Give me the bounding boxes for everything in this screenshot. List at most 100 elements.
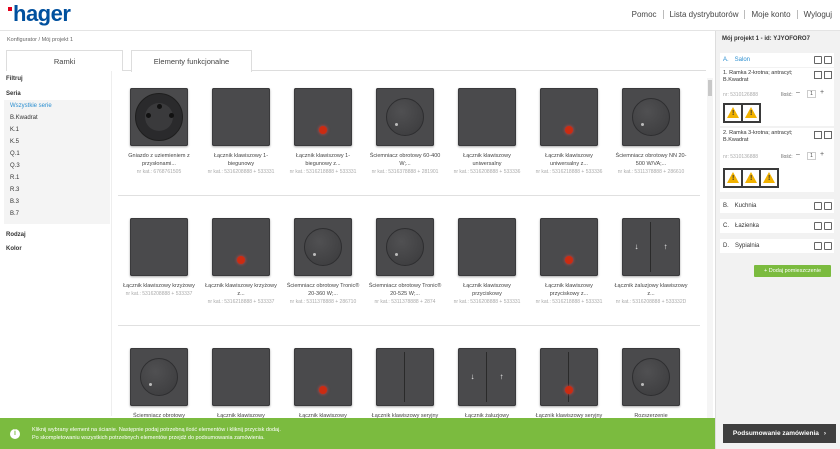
product-image[interactable] (130, 88, 188, 146)
series-option[interactable]: Q.1 (4, 148, 110, 160)
product-card[interactable]: Rozszerzenie (610, 338, 692, 418)
product-card[interactable]: Łącznik klawiszowy seryjny (528, 338, 610, 418)
order-summary-button[interactable]: Podsumowanie zamówienia › (723, 424, 836, 443)
edit-icon[interactable] (814, 131, 822, 139)
minus-button[interactable]: – (796, 151, 800, 158)
product-card[interactable]: Gniazdo z uziemieniem z przysłonami... nr… (118, 78, 200, 176)
product-card[interactable]: Łącznik klawiszowy krzyżowy nr kat.: 5316… (118, 208, 200, 298)
product-card[interactable]: Ściemniacz obrotowy NN 20-500 W/VA;... nr… (610, 78, 692, 176)
delete-icon[interactable] (824, 71, 832, 79)
dimmer-knob (632, 98, 670, 136)
product-image[interactable] (540, 348, 598, 406)
delete-icon[interactable] (824, 242, 832, 250)
product-card[interactable]: Łącznik klawiszowy (282, 338, 364, 418)
product-image[interactable]: ↓ ↑ (622, 218, 680, 276)
logo-dot (8, 7, 12, 11)
edit-icon[interactable] (814, 56, 822, 64)
add-room-button[interactable]: + Dodaj pomieszczenie (754, 265, 831, 277)
room-kuchnia[interactable]: B. Kuchnia (720, 199, 834, 213)
tab-functional-elements[interactable]: Elementy funkcjonalne (131, 50, 252, 72)
product-card[interactable]: Łącznik klawiszowy (200, 338, 282, 418)
product-image[interactable] (622, 348, 680, 406)
quantity-field[interactable]: 1 (807, 90, 816, 98)
product-card[interactable]: Ściemniacz obrotowy 60-400 W;... nr kat.:… (364, 78, 446, 176)
product-image[interactable] (130, 218, 188, 276)
type-filter[interactable]: Rodzaj (0, 232, 26, 238)
product-card[interactable]: Ściemniacz obrotowy Tronic® 20-360 W;...… (282, 208, 364, 306)
product-image[interactable]: ↓ ↑ (458, 348, 516, 406)
hager-logo[interactable]: hager (8, 1, 71, 26)
product-card[interactable]: Łącznik klawiszowy uniwersalny nr kat.: 5… (446, 78, 528, 176)
info-icon: i (10, 428, 20, 439)
series-option[interactable]: R.1 (4, 172, 110, 184)
product-image[interactable] (130, 348, 188, 406)
series-option[interactable]: B.3 (4, 196, 110, 208)
product-card[interactable]: Łącznik klawiszowy przyciskowy nr kat.: 5… (446, 208, 528, 306)
product-card[interactable]: Łącznik klawiszowy krzyżowy z... nr kat.:… (200, 208, 282, 306)
nav-distributors[interactable]: Lista dystrybutorów (670, 10, 739, 19)
plus-button[interactable]: + (820, 151, 824, 158)
product-image[interactable] (294, 348, 352, 406)
room-letter: B. (723, 203, 729, 209)
product-image[interactable] (376, 88, 434, 146)
product-image[interactable] (376, 218, 434, 276)
grid-scrollbar[interactable] (707, 78, 713, 418)
product-image[interactable] (540, 218, 598, 276)
tab-frames[interactable]: Ramki (6, 50, 123, 71)
empty-slot: ! (761, 170, 777, 186)
minus-button[interactable]: – (796, 89, 800, 96)
series-option[interactable]: B.Kwadrat (4, 112, 110, 124)
edit-icon[interactable] (814, 71, 822, 79)
product-image[interactable] (376, 348, 434, 406)
product-card[interactable]: Łącznik klawiszowy 1-biegunowy nr kat.: 5… (200, 78, 282, 176)
breadcrumb: Konfigurator / Mój projekt 1 (7, 37, 73, 43)
product-image[interactable] (458, 88, 516, 146)
room-sypialnia[interactable]: D. Sypialnia (720, 239, 834, 253)
product-name: Łącznik klawiszowy krzyżowy z... (205, 283, 277, 297)
series-option[interactable]: Q.3 (4, 160, 110, 172)
dimmer-knob (386, 228, 424, 266)
quantity-field[interactable]: 1 (807, 152, 816, 160)
series-option[interactable]: Wszystkie serie (4, 100, 110, 112)
series-option[interactable]: K.5 (4, 136, 110, 148)
logo-text: hager (13, 1, 71, 26)
product-image[interactable] (212, 348, 270, 406)
delete-icon[interactable] (824, 202, 832, 210)
scrollbar-thumb[interactable] (708, 80, 712, 96)
product-card[interactable]: ↓ ↑ Łącznik żaluzjowy (446, 338, 528, 418)
product-image[interactable] (212, 218, 270, 276)
product-card[interactable]: Łącznik klawiszowy 1-biegunowy z... nr ka… (282, 78, 364, 176)
dimmer-knob (140, 358, 178, 396)
edit-icon[interactable] (814, 202, 822, 210)
edit-icon[interactable] (814, 242, 822, 250)
product-card[interactable]: Łącznik klawiszowy przyciskowy z... nr ka… (528, 208, 610, 306)
plus-button[interactable]: + (820, 89, 824, 96)
breadcrumb-root[interactable]: Konfigurator (7, 37, 37, 43)
delete-icon[interactable] (824, 222, 832, 230)
product-image[interactable] (212, 88, 270, 146)
product-image[interactable] (540, 88, 598, 146)
product-image[interactable] (458, 218, 516, 276)
product-card[interactable]: ↓ ↑ Łącznik żaluzjowy klawiszowy z... nr ka… (610, 208, 692, 306)
series-option[interactable]: K.1 (4, 124, 110, 136)
room-lazienka[interactable]: C. Łazienka (720, 219, 834, 233)
series-option[interactable]: R.3 (4, 184, 110, 196)
product-card[interactable]: Ściemniacz obrotowy (118, 338, 200, 418)
product-card[interactable]: Ściemniacz obrotowy Tronic® 20-525 W;...… (364, 208, 446, 306)
product-image[interactable] (294, 88, 352, 146)
product-image[interactable] (294, 218, 352, 276)
nav-account[interactable]: Moje konto (751, 10, 790, 19)
product-image[interactable] (622, 88, 680, 146)
room-salon[interactable]: A. Salon (720, 53, 834, 67)
edit-icon[interactable] (814, 222, 822, 230)
series-option[interactable]: B.7 (4, 208, 110, 220)
nav-logout[interactable]: Wyloguj (804, 10, 832, 19)
chevron-right-icon: › (823, 430, 827, 437)
product-card[interactable]: Łącznik klawiszowy seryjny (364, 338, 446, 418)
indicator-lamp (319, 126, 327, 134)
delete-icon[interactable] (824, 131, 832, 139)
nav-help[interactable]: Pomoc (632, 10, 657, 19)
product-card[interactable]: Łącznik klawiszowy uniwersalny z... nr ka… (528, 78, 610, 176)
color-filter[interactable]: Kolor (0, 246, 22, 252)
delete-icon[interactable] (824, 56, 832, 64)
